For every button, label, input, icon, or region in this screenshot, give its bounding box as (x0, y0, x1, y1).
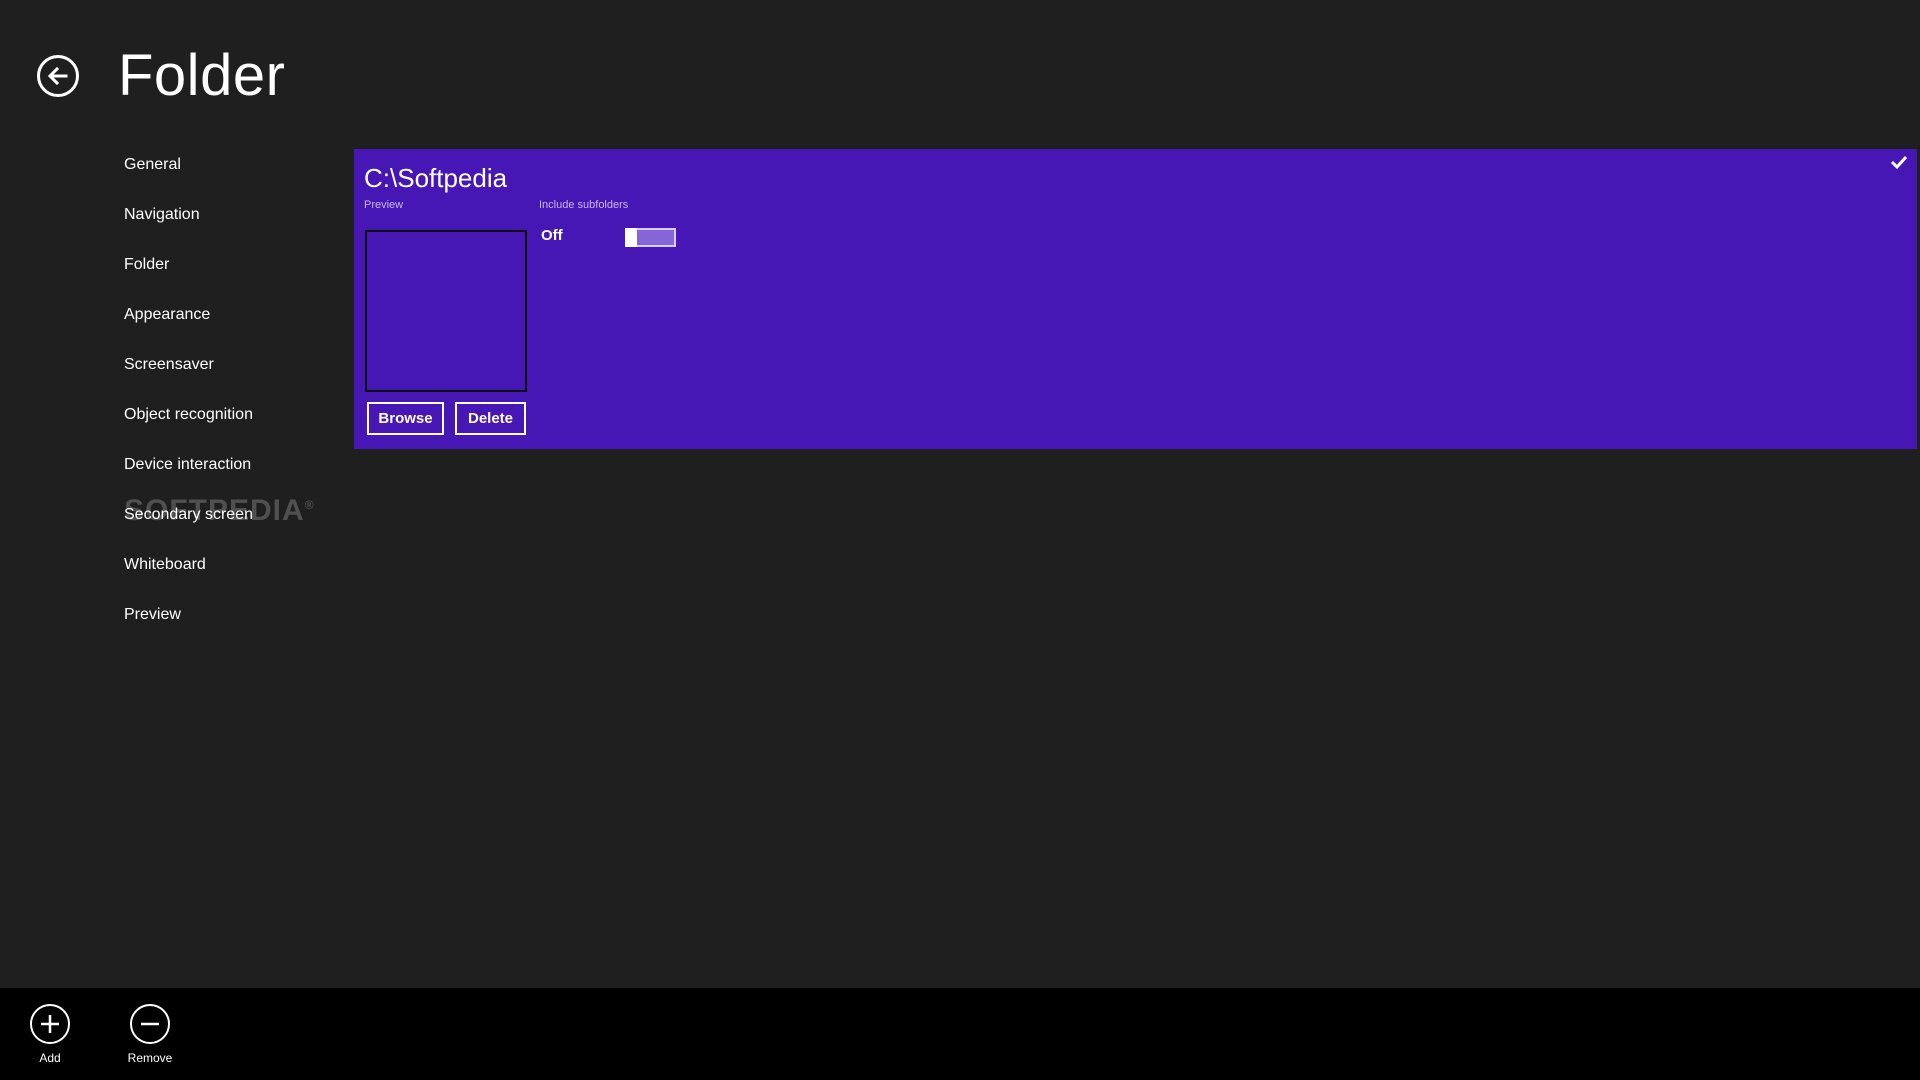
include-subfolders-label: Include subfolders (539, 199, 629, 211)
nav-item-general[interactable]: General (124, 150, 344, 200)
nav-item-device-interaction[interactable]: Device interaction (124, 450, 344, 500)
nav-item-navigation[interactable]: Navigation (124, 200, 344, 250)
checkmark-icon[interactable] (1889, 152, 1909, 172)
include-subfolders-toggle[interactable] (625, 228, 676, 247)
settings-page: Folder General Navigation Folder Appeara… (0, 0, 1920, 1080)
app-bar: Add Remove (0, 988, 1920, 1080)
preview-label: Preview (364, 199, 404, 211)
back-arrow-icon (47, 66, 68, 86)
folder-path: C:\Softpedia (364, 163, 508, 193)
nav-item-object-recognition[interactable]: Object recognition (124, 400, 344, 450)
add-circle-icon (30, 1004, 70, 1044)
remove-label: Remove (127, 1051, 173, 1065)
add-button[interactable]: Add (10, 1004, 90, 1065)
nav-item-folder[interactable]: Folder (124, 250, 344, 300)
back-button[interactable] (37, 55, 79, 97)
add-label: Add (39, 1051, 61, 1065)
remove-button[interactable]: Remove (110, 1004, 190, 1065)
nav-item-whiteboard[interactable]: Whiteboard (124, 550, 344, 600)
settings-nav: General Navigation Folder Appearance Scr… (124, 150, 344, 650)
nav-item-appearance[interactable]: Appearance (124, 300, 344, 350)
toggle-knob[interactable] (625, 228, 637, 247)
folder-preview-thumbnail (365, 230, 527, 392)
page-title: Folder (118, 43, 286, 108)
delete-button[interactable]: Delete (455, 402, 526, 435)
remove-circle-icon (130, 1004, 170, 1044)
nav-item-secondary-screen[interactable]: Secondary screen (124, 500, 344, 550)
folder-card[interactable]: C:\Softpedia Preview Include subfolders … (354, 149, 1917, 449)
browse-button[interactable]: Browse (367, 402, 444, 435)
nav-item-preview[interactable]: Preview (124, 600, 344, 650)
toggle-state-label: Off (541, 227, 563, 244)
nav-item-screensaver[interactable]: Screensaver (124, 350, 344, 400)
